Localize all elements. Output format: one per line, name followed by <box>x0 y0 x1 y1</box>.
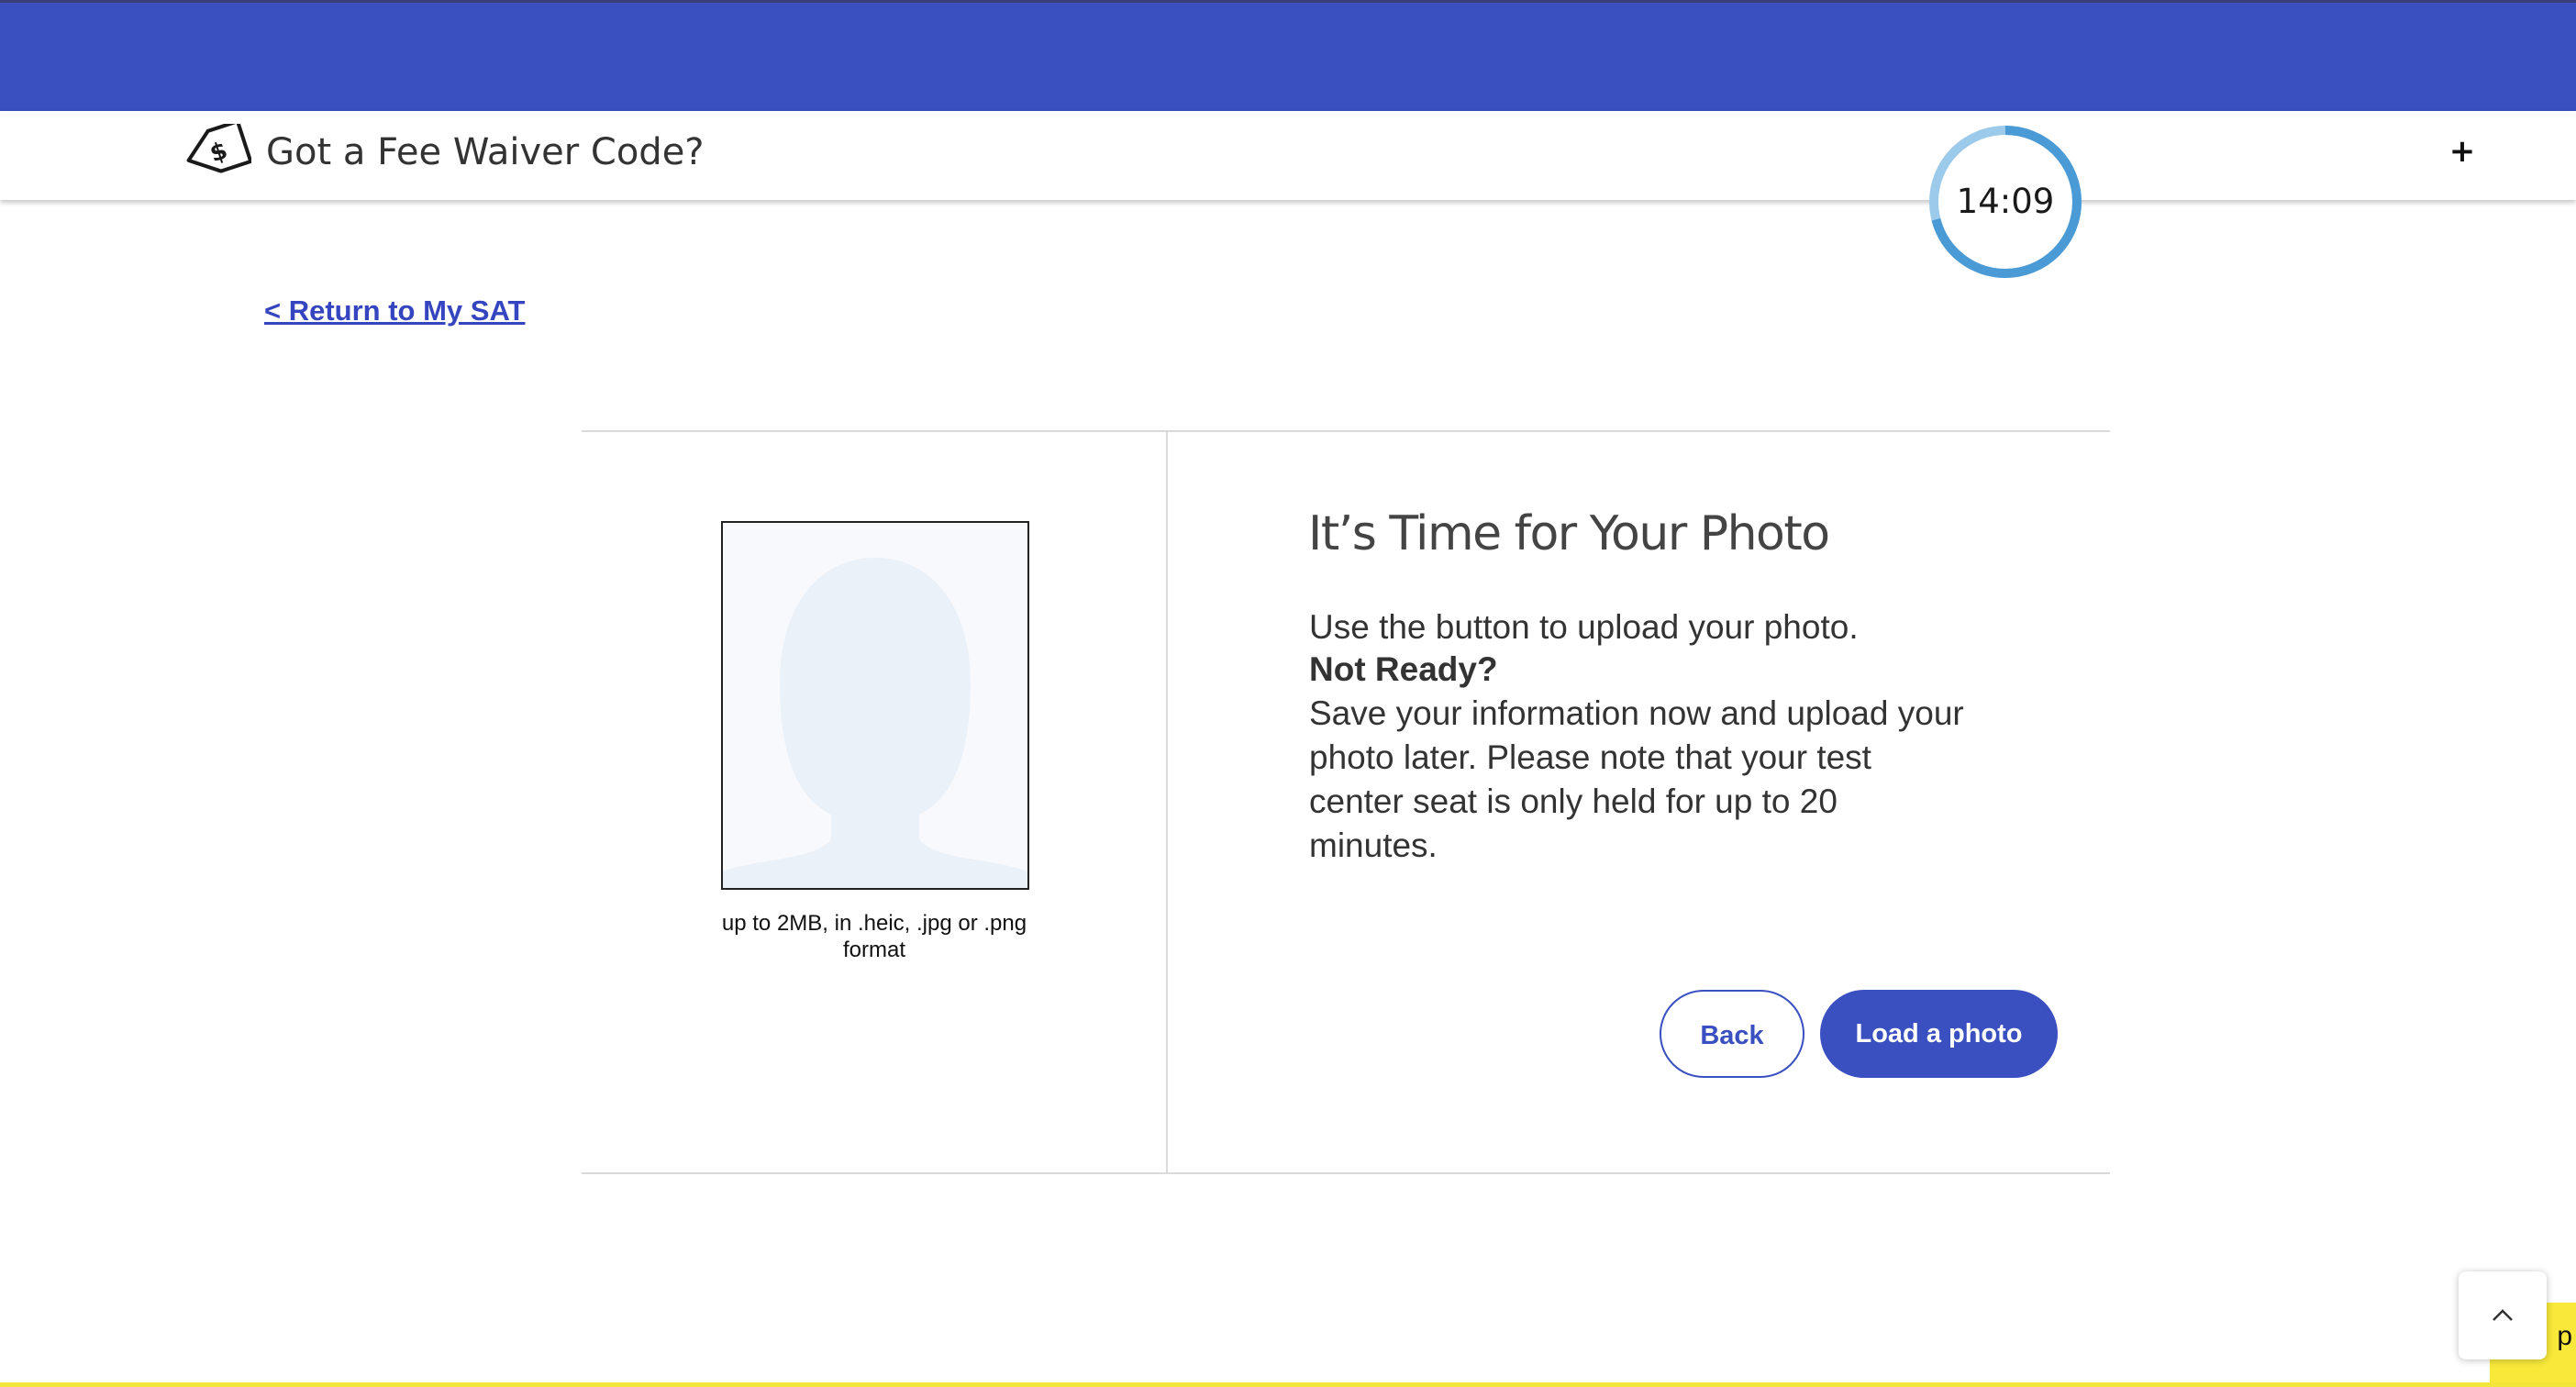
card-divider <box>1166 431 1168 1174</box>
photo-requirements-caption: up to 2MB, in .heic, .jpg or .png format <box>721 911 1027 962</box>
page-title: It’s Time for Your Photo <box>1308 506 1830 561</box>
price-tag-dollar-icon: $ <box>186 124 251 173</box>
bottom-accent-line <box>0 1382 2576 1387</box>
save-later-note: Save your information now and upload you… <box>1309 694 1964 864</box>
fee-waiver-bar[interactable]: $ Got a Fee Waiver Code? + <box>0 111 2576 200</box>
upload-instruction: Use the button to upload your photo. <box>1309 608 1859 646</box>
svg-text:$: $ <box>206 137 230 168</box>
card-bottom-border <box>582 1172 2110 1174</box>
fee-waiver-label[interactable]: Got a Fee Waiver Code? <box>266 131 705 173</box>
plus-icon[interactable]: + <box>2444 133 2481 170</box>
return-to-my-sat-link[interactable]: < Return to My SAT <box>264 294 525 327</box>
back-button[interactable]: Back <box>1660 990 1804 1078</box>
scroll-to-top-button[interactable] <box>2459 1271 2547 1359</box>
timer-value: 14:09 <box>1956 182 2055 221</box>
photo-placeholder <box>721 521 1029 890</box>
chevron-up-icon <box>2493 1309 2513 1321</box>
load-photo-button[interactable]: Load a photo <box>1820 990 2058 1078</box>
not-ready-heading: Not Ready? <box>1309 650 1498 688</box>
top-banner <box>0 3 2576 111</box>
card-top-border <box>582 430 2110 432</box>
help-tab-text: p <box>2557 1321 2572 1351</box>
countdown-timer: 14:09 <box>1926 123 2084 281</box>
person-silhouette-icon <box>723 558 1027 888</box>
